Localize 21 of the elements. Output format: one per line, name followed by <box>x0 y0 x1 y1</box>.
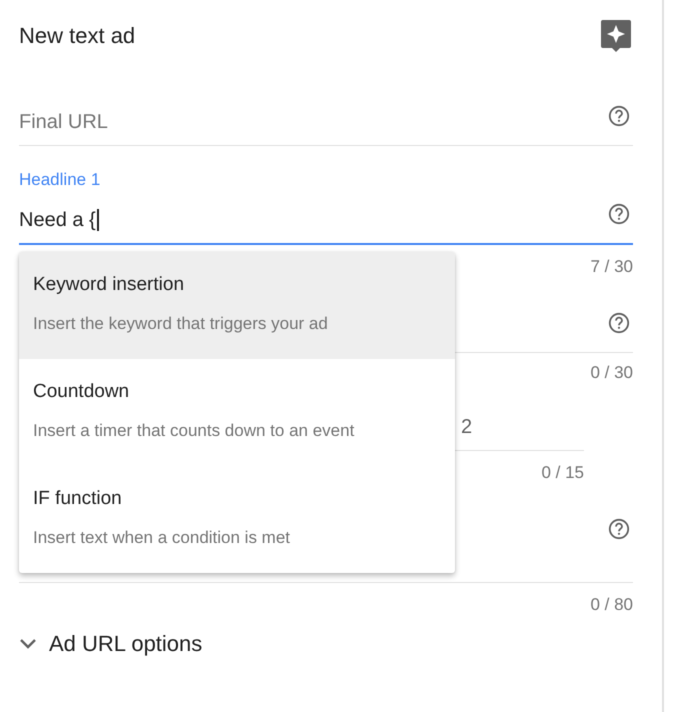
field-placeholder: Final URL <box>19 110 108 134</box>
character-counter: 7 / 30 <box>590 257 633 277</box>
field-value: Need a { <box>19 208 99 232</box>
help-icon[interactable] <box>608 105 630 127</box>
help-icon[interactable] <box>608 312 630 334</box>
character-counter: 0 / 30 <box>590 363 633 383</box>
field-placeholder: 2 <box>461 416 472 438</box>
menu-item[interactable]: IF function Insert text when a condition is met <box>19 466 455 573</box>
field-label: Headline 1 <box>19 170 102 190</box>
chevron-icon <box>19 638 37 650</box>
panel-title: New text ad <box>19 23 136 49</box>
ad-url-options-toggle[interactable]: Ad URL options <box>19 631 217 657</box>
sparkle-icon[interactable] <box>600 19 632 53</box>
help-icon[interactable] <box>608 518 630 540</box>
menu-item[interactable]: Keyword insertion Insert the keyword that triggers your ad <box>19 252 455 359</box>
menu-item[interactable]: Countdown Insert a timer that counts down to an event <box>19 359 455 466</box>
character-counter: 0 / 80 <box>590 595 633 615</box>
character-counter: 0 / 15 <box>541 463 584 483</box>
input-field[interactable]: Final URL <box>19 53 633 146</box>
input-field[interactable]: Headline 1 Need a { <box>19 146 633 245</box>
help-icon[interactable] <box>608 203 630 225</box>
